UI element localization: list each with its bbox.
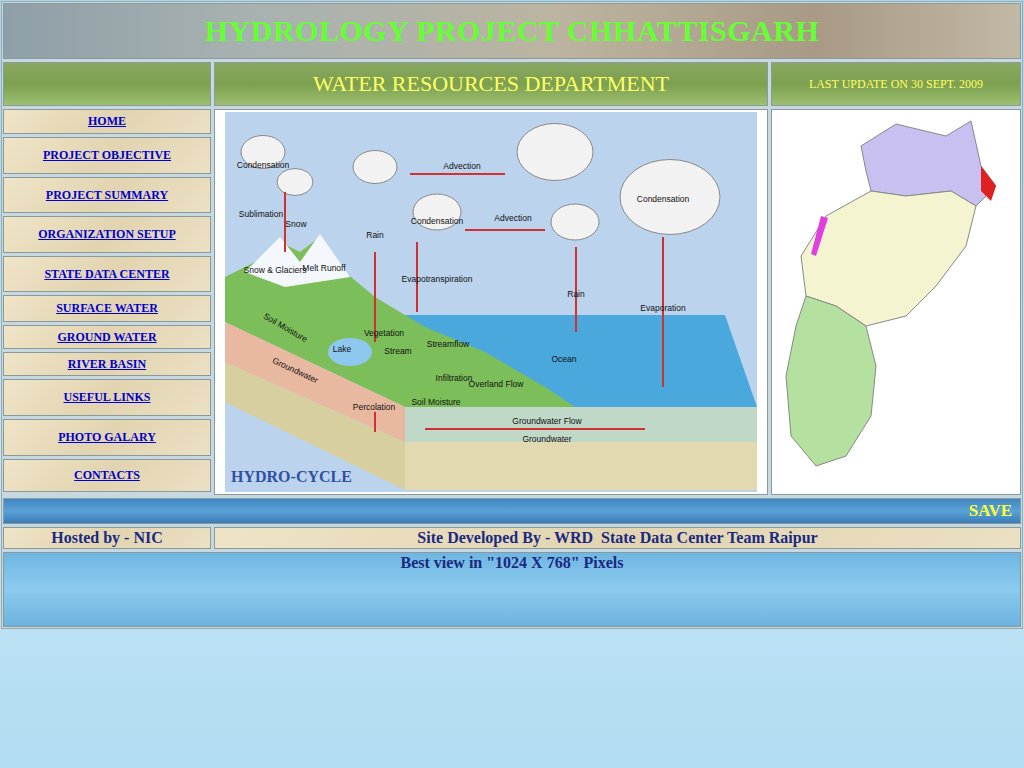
sidebar-item[interactable]: HOME [3, 109, 211, 134]
aquifer-layer [405, 407, 757, 442]
sidebar-item[interactable]: SURFACE WATER [3, 295, 211, 322]
header: HYDROLOGY PROJECT CHHATTISGARH [3, 3, 1021, 59]
nav-link[interactable]: USEFUL LINKS [63, 390, 150, 405]
diagram-label: Lake [333, 344, 352, 354]
diagram-label: Infiltration [436, 373, 473, 383]
nav-link[interactable]: PROJECT SUMMARY [46, 188, 168, 203]
diagram-label: Condensation [237, 160, 290, 170]
diagram-label: Advection [443, 161, 481, 171]
diagram-label: Streamflow [427, 339, 470, 349]
nav-link[interactable]: RIVER BASIN [68, 357, 146, 372]
diagram-label: Snow [285, 219, 307, 229]
diagram-label: Advection [494, 213, 532, 223]
diagram-label: Percolation [353, 402, 396, 412]
developer-credit: Site Developed By - WRD State Data Cente… [417, 529, 817, 547]
site-title: HYDROLOGY PROJECT CHHATTISGARH [205, 14, 820, 48]
cloud [353, 151, 397, 184]
bedrock-layer [405, 442, 757, 490]
diagram-label: Stream [384, 346, 411, 356]
best-view-cell: Best view in "1024 X 768" Pixels [3, 552, 1021, 627]
save-bar: SAVE [3, 498, 1021, 524]
diagram-label: Evapotranspiration [402, 274, 473, 284]
map-highlight-east [981, 166, 996, 201]
hosted-by: Hosted by - NIC [51, 529, 163, 547]
diagram-label: Rain [366, 230, 384, 240]
sidebar-item[interactable]: CONTACTS [3, 459, 211, 492]
diagram-label: Groundwater [271, 355, 320, 385]
department-title: WATER RESOURCES DEPARTMENT [313, 71, 669, 97]
page: HYDROLOGY PROJECT CHHATTISGARH WATER RESO… [0, 0, 1024, 768]
diagram-label: Sublimation [239, 209, 284, 219]
nav-link[interactable]: PHOTO GALARY [58, 430, 156, 445]
nav-link[interactable]: PROJECT OBJECTIVE [43, 148, 171, 163]
last-update-cell: LAST UPDATE ON 30 SEPT. 2009 [771, 62, 1021, 106]
save-button[interactable]: SAVE [969, 501, 1012, 521]
diagram-label: Rain [567, 289, 585, 299]
diagram-label: Condensation [411, 216, 464, 226]
hosted-by-cell: Hosted by - NIC [3, 527, 211, 549]
sidebar: HOME PROJECT OBJECTIVE PROJECT SUMMARY ORGA… [3, 109, 211, 495]
sidebar-item[interactable]: GROUND WATER [3, 325, 211, 349]
diagram-label: Groundwater Flow [512, 416, 582, 426]
map-cell [771, 109, 1021, 495]
map-south-region [786, 296, 876, 466]
diagram-label: Vegetation [364, 328, 404, 338]
diagram-title: HYDRO-CYCLE [231, 468, 352, 485]
nav-link[interactable]: ORGANIZATION SETUP [38, 227, 175, 242]
diagram-label: Ocean [551, 354, 576, 364]
state-map [776, 116, 1016, 488]
diagram-label: Overland Flow [469, 379, 525, 389]
nav-link[interactable]: HOME [88, 114, 126, 129]
sidebar-item[interactable]: RIVER BASIN [3, 352, 211, 376]
sky [225, 112, 757, 492]
sidebar-item[interactable]: PROJECT OBJECTIVE [3, 137, 211, 174]
last-update: LAST UPDATE ON 30 SEPT. 2009 [809, 77, 983, 92]
cloud [551, 204, 599, 240]
sidebar-item[interactable]: STATE DATA CENTER [3, 256, 211, 292]
diagram-cell: Condensation SublimationSnow Rain Advection… [214, 109, 768, 495]
hydro-cycle-diagram: Condensation SublimationSnow Rain Advection… [225, 112, 757, 492]
sidebar-item[interactable]: ORGANIZATION SETUP [3, 216, 211, 253]
layout-table: HYDROLOGY PROJECT CHHATTISGARH WATER RESO… [1, 1, 1023, 629]
nav-link[interactable]: SURFACE WATER [56, 301, 158, 316]
nav-link[interactable]: STATE DATA CENTER [44, 267, 169, 282]
nav-link[interactable]: GROUND WATER [57, 330, 156, 345]
flow-arrows [285, 174, 663, 432]
sidebar-item[interactable]: PROJECT SUMMARY [3, 177, 211, 213]
lake [328, 338, 372, 366]
cloud [277, 169, 313, 196]
cloud [517, 124, 593, 181]
diagram-label: Condensation [637, 194, 690, 204]
diagram-label: Groundwater [522, 434, 571, 444]
developer-cell: Site Developed By - WRD State Data Cente… [214, 527, 1021, 549]
snow-mountains [245, 234, 350, 287]
map-highlight-west [811, 216, 828, 256]
diagram-label: Soil Moisture [262, 311, 310, 344]
sidebar-item[interactable]: USEFUL LINKS [3, 379, 211, 416]
grass-cell [3, 62, 211, 106]
nav-link[interactable]: CONTACTS [74, 468, 140, 483]
sidebar-item[interactable]: PHOTO GALARY [3, 419, 211, 456]
diagram-label: Snow & Glaciers [244, 265, 307, 275]
diagram-label: Soil Moisture [411, 397, 460, 407]
department-cell: WATER RESOURCES DEPARTMENT [214, 62, 768, 106]
cloud [620, 160, 720, 235]
best-view-note: Best view in "1024 X 768" Pixels [400, 554, 623, 572]
diagram-label: Melt Runoff [302, 263, 346, 273]
diagram-label: Evaporation [640, 303, 686, 313]
